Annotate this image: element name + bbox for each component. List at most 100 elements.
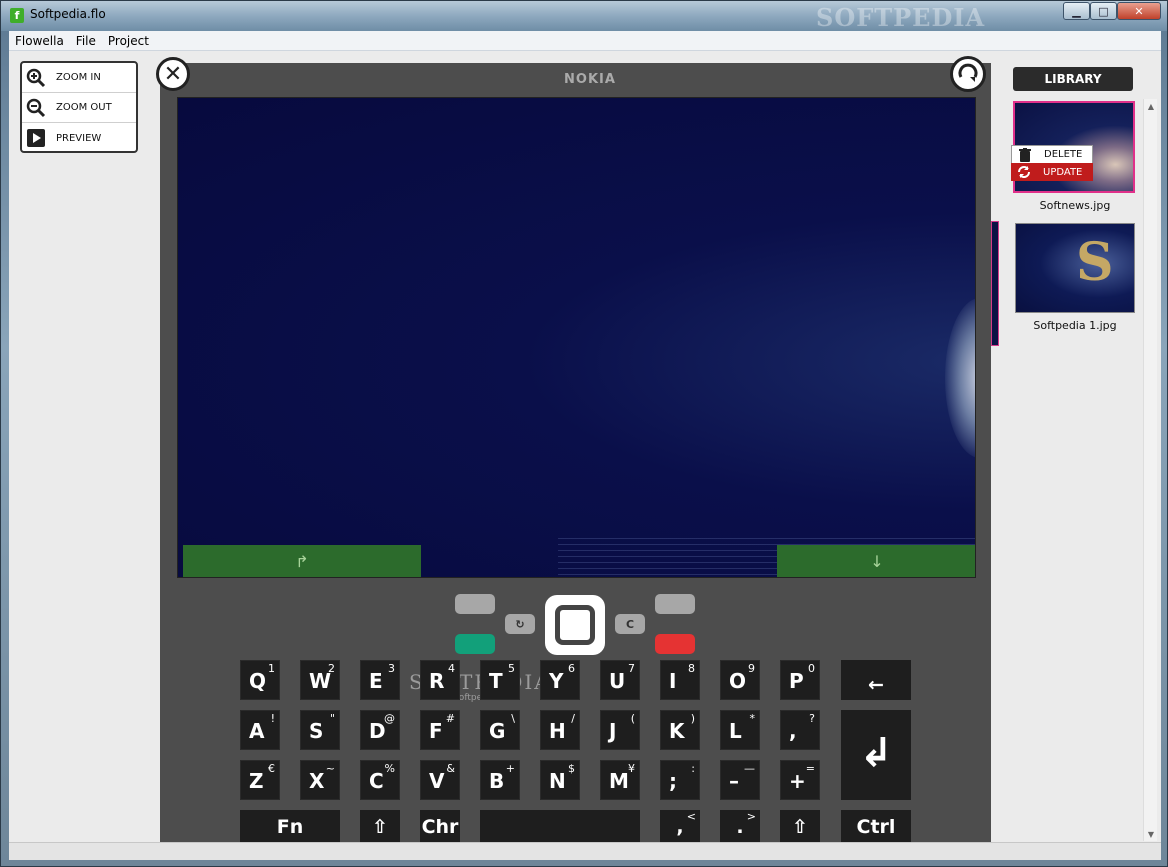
close-preview-icon[interactable]: ✕ (156, 57, 190, 91)
preview-label: PREVIEW (56, 132, 102, 144)
key-sublabel: ~ (325, 762, 335, 775)
zoom-in-button[interactable]: ZOOM IN (22, 63, 136, 93)
key-label: P (789, 669, 804, 693)
key-label: V (429, 769, 445, 793)
key-row2-8[interactable]: L * (720, 710, 760, 750)
key-row1-8[interactable]: O9 (720, 660, 760, 700)
key-row4-1[interactable]: ⇧ (360, 810, 400, 842)
key-row3-3[interactable]: V & (420, 760, 460, 800)
key-row1-4[interactable]: T5 (480, 660, 520, 700)
scroll-up-icon[interactable]: ▲ (1144, 99, 1158, 113)
key-row1-1[interactable]: W2 (300, 660, 340, 700)
clear-key[interactable]: C (615, 614, 645, 634)
key-row1-9[interactable]: P0 (780, 660, 820, 700)
key-row4-0[interactable]: Fn (240, 810, 340, 842)
key-row3-9[interactable]: + = (780, 760, 820, 800)
close-window-icon[interactable]: ✕ (1117, 2, 1161, 20)
key-sublabel: & (446, 762, 455, 775)
update-menu-item[interactable]: UPDATE (1011, 163, 1093, 181)
library-scrollbar[interactable]: ▲ ▼ (1143, 99, 1157, 841)
key-row3-0[interactable]: Z € (240, 760, 280, 800)
title-bar[interactable]: f Softpedia.flo SOFTPEDIA ▁ □ ✕ (1, 1, 1167, 32)
key-row3-5[interactable]: N $ (540, 760, 580, 800)
key-sublabel: 9 (748, 662, 755, 675)
zoom-in-icon (26, 68, 46, 88)
key-label: G (489, 719, 506, 743)
key-label: T (489, 669, 503, 693)
key-row4-6[interactable]: ⇧ (780, 810, 820, 842)
left-softkey-bar[interactable]: ↱ (183, 545, 421, 577)
key-row4-5[interactable]: . > (720, 810, 760, 842)
menu-project[interactable]: Project (102, 34, 155, 48)
library-item-softpedia-1[interactable]: S (1015, 223, 1135, 313)
key-row1-2[interactable]: E3 (360, 660, 400, 700)
key-row4-7[interactable]: Ctrl (841, 810, 911, 842)
menu-file[interactable]: File (70, 34, 102, 48)
maximize-icon[interactable]: □ (1090, 2, 1117, 20)
key-row4-3[interactable] (480, 810, 640, 842)
key-row1-6[interactable]: U7 (600, 660, 640, 700)
thumbnail-image: S (1016, 224, 1134, 312)
key-sublabel: 7 (628, 662, 635, 675)
key-row4-2[interactable]: Chr (420, 810, 460, 842)
right-soft-button[interactable] (655, 594, 695, 614)
key-label: B (489, 769, 505, 793)
key-sublabel: 8 (688, 662, 695, 675)
key-row4-4[interactable]: , < (660, 810, 700, 842)
key-row1-3[interactable]: R4 (420, 660, 460, 700)
key-row1-7[interactable]: I8 (660, 660, 700, 700)
key-row2-4[interactable]: G \ (480, 710, 520, 750)
key-sublabel: % (384, 762, 395, 775)
key-row3-4[interactable]: B + (480, 760, 520, 800)
backspace-key[interactable]: ← (841, 660, 911, 700)
rotate-icon[interactable] (950, 56, 986, 92)
left-soft-button[interactable] (455, 594, 495, 614)
key-sublabel: 3 (388, 662, 395, 675)
key-row2-1[interactable]: S " (300, 710, 340, 750)
center-select-key[interactable] (545, 595, 605, 655)
key-row3-8[interactable]: – — (720, 760, 760, 800)
key-label: , (676, 816, 684, 838)
key-row2-0[interactable]: A! (240, 710, 280, 750)
refresh-key[interactable]: ↻ (505, 614, 535, 634)
right-softkey-bar[interactable]: ↓ (777, 545, 975, 577)
refresh-icon (1017, 165, 1031, 179)
minimize-icon[interactable]: ▁ (1063, 2, 1090, 20)
end-call-button[interactable] (655, 634, 695, 654)
key-row3-1[interactable]: X ~ (300, 760, 340, 800)
key-label: Ctrl (856, 816, 896, 838)
key-row2-6[interactable]: J( (600, 710, 640, 750)
delete-menu-item[interactable]: DELETE (1011, 145, 1093, 163)
status-bar (9, 842, 1161, 860)
key-row3-2[interactable]: C% (360, 760, 400, 800)
key-row3-6[interactable]: M ¥ (600, 760, 640, 800)
key-label: ; (669, 769, 677, 793)
key-label: + (789, 769, 806, 793)
key-row2-2[interactable]: D @ (360, 710, 400, 750)
key-sublabel: ? (809, 712, 815, 725)
preview-button[interactable]: PREVIEW (22, 123, 136, 153)
key-label: A (249, 719, 265, 743)
key-row2-7[interactable]: K) (660, 710, 700, 750)
key-sublabel: < (686, 810, 696, 823)
call-button[interactable] (455, 634, 495, 654)
phone-screen[interactable]: ↱ ↓ (177, 97, 976, 578)
menu-flowella[interactable]: Flowella (9, 34, 70, 48)
key-row2-5[interactable]: H / (540, 710, 580, 750)
key-label: U (609, 669, 626, 693)
key-sublabel: 0 (808, 662, 815, 675)
key-sublabel: " (329, 712, 335, 725)
zoom-out-button[interactable]: ZOOM OUT (22, 93, 136, 123)
key-row2-9[interactable]: ,? (780, 710, 820, 750)
key-label: Chr (421, 816, 459, 838)
key-row1-0[interactable]: Q1 (240, 660, 280, 700)
scroll-down-icon[interactable]: ▼ (1144, 827, 1158, 841)
key-row2-3[interactable]: F # (420, 710, 460, 750)
enter-key[interactable]: ↲ (841, 710, 911, 800)
menu-bar: Flowella File Project (9, 31, 1161, 51)
key-row3-7[interactable]: ;: (660, 760, 700, 800)
tools-panel: ZOOM IN ZOOM OUT PREVIEW (20, 61, 138, 153)
context-menu: DELETE UPDATE (1011, 145, 1093, 181)
key-row1-5[interactable]: Y6 (540, 660, 580, 700)
key-label: Z (249, 769, 264, 793)
